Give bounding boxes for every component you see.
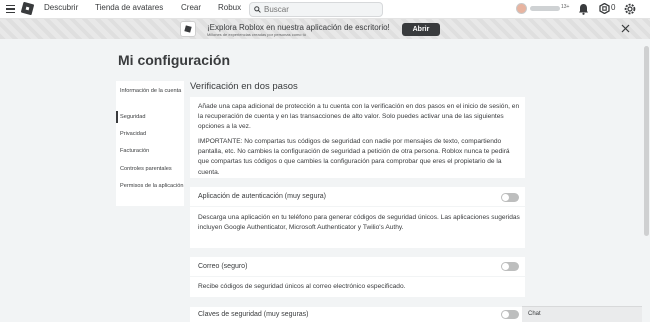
- two-step-info-card: Añade una capa adicional de protección a…: [190, 97, 525, 178]
- email-description-card: Recibe códigos de seguridad únicos al co…: [190, 277, 525, 297]
- sidebar-item-security[interactable]: Seguridad: [116, 111, 184, 123]
- email-option-label: Correo (seguro): [198, 263, 248, 270]
- sidebar-item-privacy[interactable]: Privacidad: [116, 130, 184, 138]
- notifications-bell-icon[interactable]: [578, 3, 589, 15]
- top-navigation-bar: Descubrir Tienda de avatares Crear Robux…: [0, 0, 650, 19]
- robux-balance: 0: [611, 3, 616, 12]
- robux-icon[interactable]: [599, 3, 610, 14]
- desktop-app-banner: ¡Explora Roblox en nuestra aplicación de…: [0, 19, 650, 39]
- settings-gear-icon[interactable]: [624, 3, 636, 15]
- close-icon[interactable]: [621, 24, 630, 33]
- email-description: Recibe códigos de seguridad únicos al co…: [198, 283, 406, 290]
- sidebar-item-parental-controls[interactable]: Controles parentales: [116, 165, 184, 173]
- scrollbar-thumb[interactable]: [644, 46, 649, 236]
- authenticator-description-card: Descarga una aplicación en tu teléfono p…: [190, 207, 525, 248]
- banner-title: ¡Explora Roblox en nuestra aplicación de…: [207, 23, 390, 32]
- authenticator-toggle[interactable]: [501, 193, 519, 202]
- section-title: Verificación en dos pasos: [190, 81, 298, 92]
- email-toggle[interactable]: [501, 262, 519, 271]
- intro-text: Añade una capa adicional de protección a…: [198, 103, 520, 131]
- important-warning-text: IMPORTANTE: No compartas tus códigos de …: [198, 138, 510, 176]
- search-icon: [254, 6, 261, 13]
- age-badge: 13+: [561, 4, 570, 10]
- nav-robux[interactable]: Robux: [218, 3, 241, 12]
- chat-bar[interactable]: Chat: [522, 306, 642, 322]
- hamburger-menu-icon[interactable]: [6, 5, 15, 13]
- roblox-app-icon: [180, 21, 196, 37]
- search-box[interactable]: [249, 2, 383, 17]
- nav-discover[interactable]: Descubrir: [44, 3, 78, 12]
- security-keys-toggle[interactable]: [501, 310, 519, 319]
- email-option-row: Correo (seguro): [190, 257, 525, 276]
- search-input[interactable]: [261, 5, 374, 14]
- security-keys-option-label: Claves de seguridad (muy seguras): [198, 311, 309, 318]
- avatar[interactable]: [516, 3, 527, 14]
- sidebar-item-billing[interactable]: Facturación: [116, 147, 184, 155]
- authenticator-description: Descarga una aplicación en tu teléfono p…: [198, 214, 520, 232]
- username-blurred[interactable]: [530, 6, 560, 11]
- authenticator-option-row: Aplicación de autenticación (muy segura): [190, 187, 525, 206]
- page-title: Mi configuración: [118, 52, 230, 68]
- nav-avatar-shop[interactable]: Tienda de avatares: [95, 3, 163, 12]
- chat-label: Chat: [528, 311, 541, 317]
- nav-create[interactable]: Crear: [181, 3, 201, 12]
- settings-sidebar: Información de la cuenta Seguridad Priva…: [116, 81, 184, 206]
- sidebar-item-account-info[interactable]: Información de la cuenta: [116, 87, 184, 95]
- roblox-logo-icon[interactable]: [20, 1, 35, 16]
- authenticator-option-label: Aplicación de autenticación (muy segura): [198, 193, 327, 200]
- sidebar-item-app-permissions[interactable]: Permisos de la aplicación: [116, 182, 184, 190]
- security-keys-option-row: Claves de seguridad (muy seguras): [190, 307, 525, 322]
- banner-subtitle: Millones de experiencias creadas por per…: [207, 32, 306, 37]
- open-app-button[interactable]: Abrir: [402, 23, 440, 36]
